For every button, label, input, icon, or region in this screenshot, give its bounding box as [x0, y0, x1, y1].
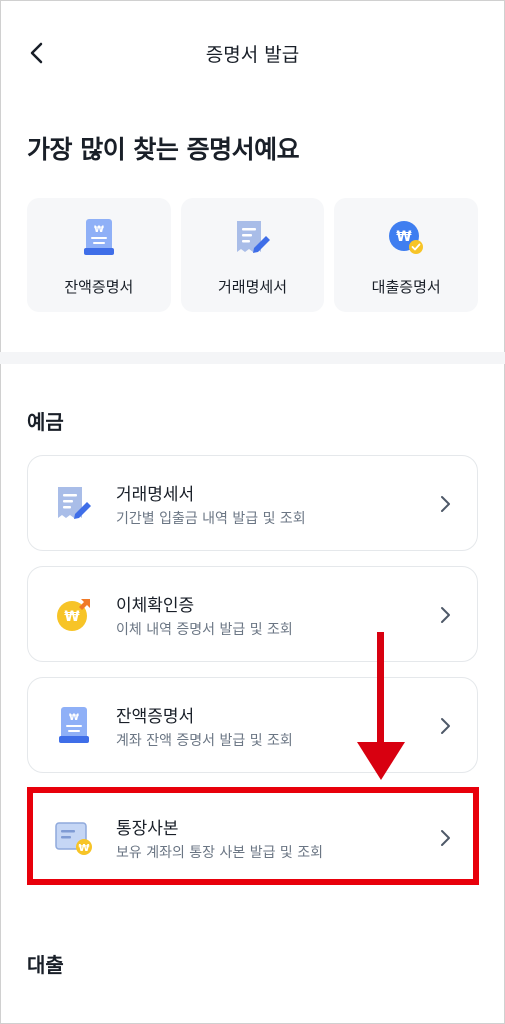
chevron-right-icon: [435, 603, 455, 627]
balance-document-icon: ₩: [79, 218, 119, 258]
quick-card-loan-certificate[interactable]: ₩ 대출증명서: [334, 198, 479, 312]
chevron-right-icon: [435, 492, 455, 516]
loan-certificate-icon: ₩: [386, 218, 426, 258]
chevron-right-icon: [435, 826, 455, 850]
list-item-balance-certificate[interactable]: ₩ 잔액증명서 계좌 잔액 증명서 발급 및 조회: [27, 677, 478, 773]
quick-card-label: 거래명세서: [218, 278, 288, 296]
quick-card-label: 대출증명서: [371, 278, 441, 296]
transaction-statement-icon: [54, 484, 94, 524]
svg-text:₩: ₩: [94, 225, 104, 235]
transfer-confirmation-icon: ₩: [54, 595, 94, 635]
list-item-title: 이체확인증: [116, 596, 195, 616]
list-item-transfer-confirmation[interactable]: ₩ 이체확인증 이체 내역 증명서 발급 및 조회: [27, 566, 478, 662]
bankbook-copy-icon: ₩: [54, 818, 94, 858]
svg-text:₩: ₩: [64, 609, 80, 625]
svg-text:₩: ₩: [69, 713, 79, 723]
list-item-description: 기간별 입출금 내역 발급 및 조회: [116, 511, 306, 527]
transaction-statement-icon: [233, 218, 273, 258]
svg-text:₩: ₩: [396, 229, 412, 245]
app-header: 증명서 발급: [0, 0, 505, 106]
page-title: 증명서 발급: [205, 44, 300, 66]
list-item-description: 이체 내역 증명서 발급 및 조회: [116, 622, 293, 638]
quick-card-transaction-statement[interactable]: 거래명세서: [180, 198, 325, 312]
list-item-title: 통장사본: [116, 819, 179, 839]
balance-document-icon: ₩: [54, 706, 94, 746]
list-item-description: 보유 계좌의 통장 사본 발급 및 조회: [116, 845, 324, 861]
deposit-heading: 예금: [27, 410, 64, 434]
list-item-bankbook-copy[interactable]: ₩ 통장사본 보유 계좌의 통장 사본 발급 및 조회: [27, 789, 478, 885]
list-item-title: 잔액증명서: [116, 707, 195, 727]
list-item-description: 계좌 잔액 증명서 발급 및 조회: [116, 733, 293, 749]
chevron-right-icon: [435, 714, 455, 738]
svg-text:₩: ₩: [78, 843, 89, 854]
popular-cards: ₩ 잔액증명서 거래명세서 ₩ 대출증명서: [27, 198, 479, 312]
quick-card-label: 잔액증명서: [64, 278, 134, 296]
list-item-transaction-statement[interactable]: 거래명세서 기간별 입출금 내역 발급 및 조회: [27, 455, 478, 551]
section-divider: [0, 352, 505, 364]
arrow-head-icon: [357, 742, 405, 780]
popular-heading: 가장 많이 찾는 증명서예요: [27, 135, 300, 164]
list-item-title: 거래명세서: [116, 485, 195, 505]
loan-heading: 대출: [27, 953, 64, 977]
arrow-shaft: [377, 632, 384, 744]
quick-card-balance-certificate[interactable]: ₩ 잔액증명서: [27, 198, 171, 312]
